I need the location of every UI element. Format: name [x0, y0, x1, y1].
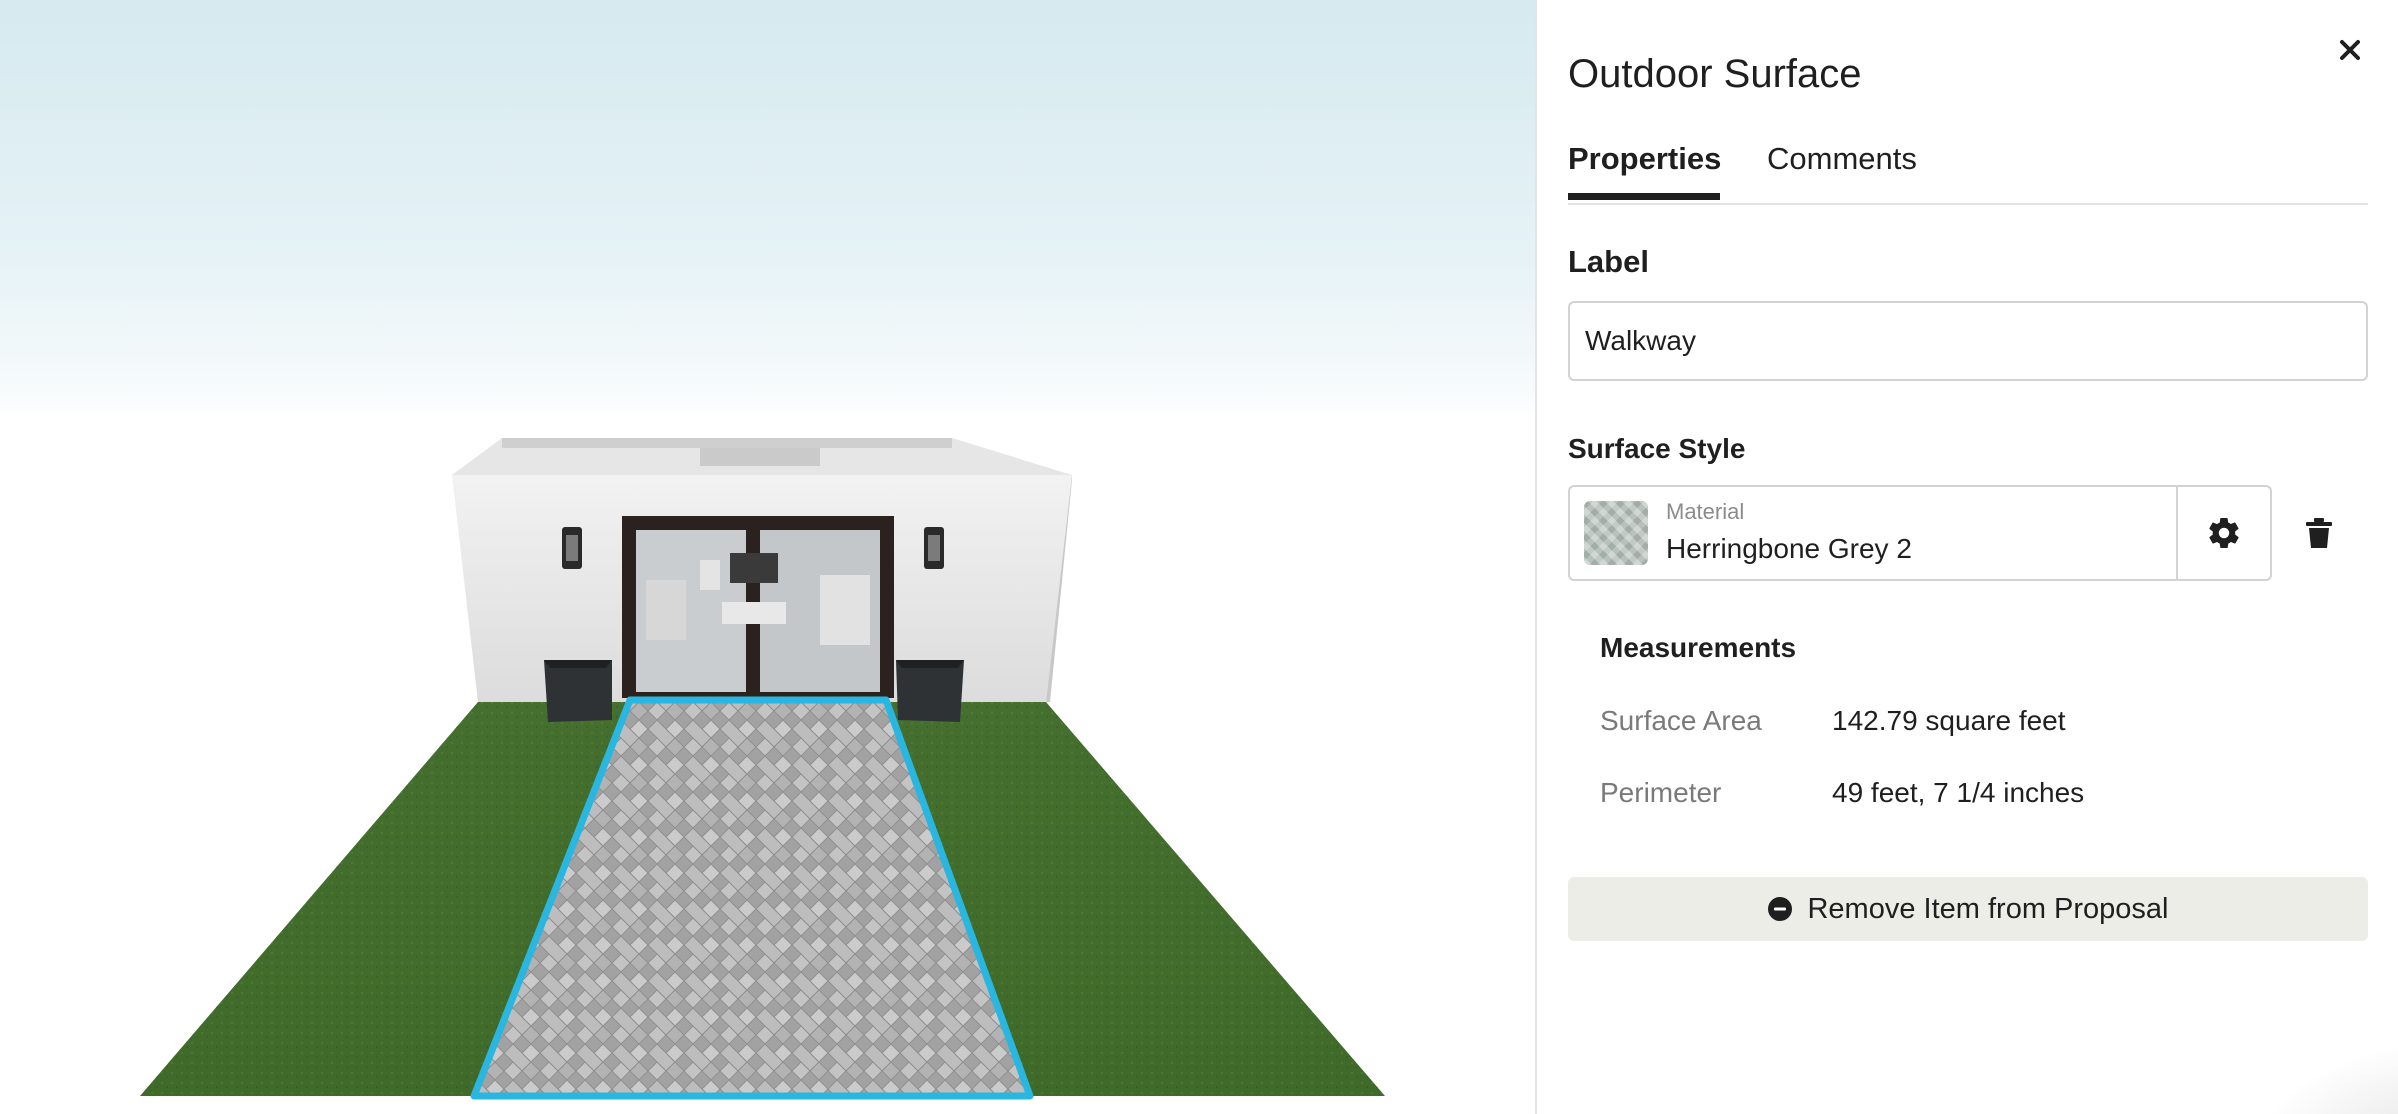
material-selector: Material Herringbone Grey 2 — [1568, 485, 2272, 581]
minus-circle-icon — [1768, 897, 1793, 921]
active-tab-indicator — [1568, 193, 1720, 200]
material-picker[interactable]: Material Herringbone Grey 2 — [1570, 487, 2176, 579]
3d-viewport[interactable] — [0, 0, 1535, 1114]
close-icon — [2340, 40, 2360, 60]
label-heading: Label — [1568, 244, 1649, 279]
material-swatch — [1584, 501, 1648, 565]
label-input[interactable] — [1568, 301, 2368, 381]
material-caption: Material — [1666, 499, 1745, 524]
material-name: Herringbone Grey 2 — [1666, 533, 1912, 564]
remove-item-label: Remove Item from Proposal — [1807, 892, 2169, 925]
scene-render — [140, 438, 1385, 1100]
perimeter-label: Perimeter — [1600, 777, 1722, 808]
surface-area-label: Surface Area — [1600, 705, 1762, 736]
perimeter-value: 49 feet, 7 1/4 inches — [1832, 777, 2085, 808]
measurements-heading: Measurements — [1600, 632, 1797, 663]
surface-style-heading: Surface Style — [1568, 433, 1746, 464]
close-button[interactable] — [2330, 30, 2370, 70]
surface-area-value: 142.79 square feet — [1832, 705, 2066, 736]
delete-material-button[interactable] — [2298, 510, 2340, 556]
material-settings-button[interactable] — [2176, 487, 2270, 579]
panel-title: Outdoor Surface — [1568, 52, 1862, 96]
gear-icon — [2209, 518, 2239, 549]
remove-item-button[interactable]: Remove Item from Proposal — [1568, 877, 2368, 941]
tab-comments[interactable]: Comments — [1767, 141, 1917, 177]
corner-shadow — [2250, 1040, 2398, 1114]
trash-icon — [2306, 518, 2332, 548]
tab-properties[interactable]: Properties — [1568, 141, 1721, 177]
tab-bar: Properties Comments — [1568, 135, 2368, 205]
